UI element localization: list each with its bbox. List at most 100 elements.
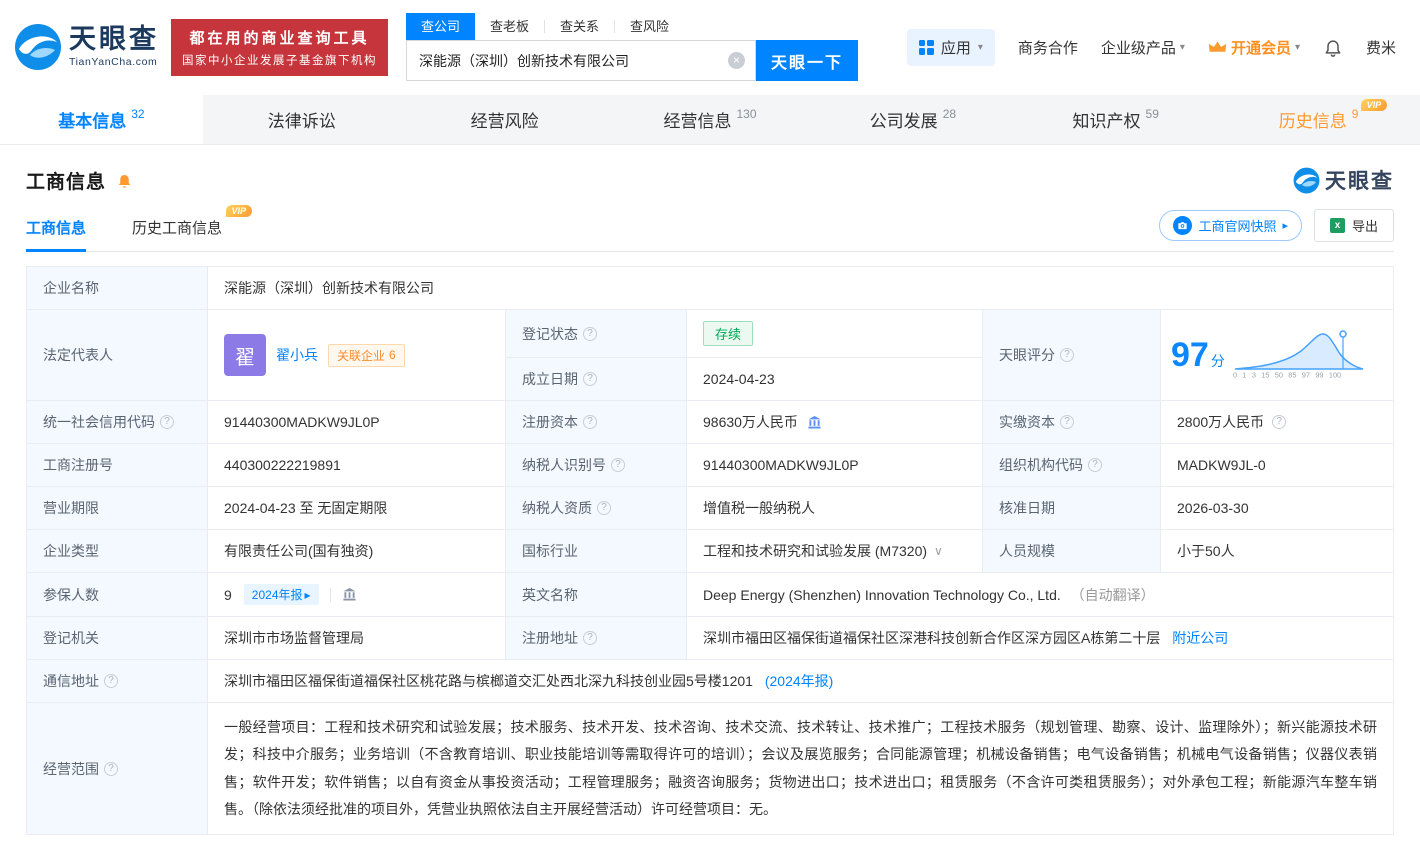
arrow-right-icon: ▸ xyxy=(1282,220,1288,232)
annual-report-link[interactable]: (2024年报) xyxy=(765,673,833,689)
tianyancha-logo[interactable]: 天眼查 TianYanCha.com xyxy=(14,23,159,71)
value-registered-address: 深圳市福田区福保街道福保社区深港科技创新合作区深方园区A栋第二十层 附近公司 xyxy=(686,616,1394,660)
help-icon[interactable]: ? xyxy=(160,415,174,429)
label-insured-count: 参保人数 xyxy=(26,572,208,617)
label-paid-capital: 实缴资本 ? xyxy=(982,400,1161,444)
value-registered-capital: 98630万人民币 xyxy=(686,400,983,444)
legal-rep-name-link[interactable]: 翟小兵 xyxy=(276,345,318,365)
subtab-history-business-info[interactable]: 历史工商信息 VIP xyxy=(132,205,253,251)
help-icon[interactable]: ? xyxy=(597,501,611,515)
tianyancha-watermark: 天眼查 xyxy=(1293,165,1394,195)
subtab-business-info[interactable]: 工商信息 xyxy=(26,209,87,252)
section-header: 工商信息 天眼查 xyxy=(26,165,1394,195)
search-input-wrap: × xyxy=(406,40,756,81)
value-taxpayer-id: 91440300MADKW9JL0P xyxy=(686,443,983,487)
vip-badge: VIP xyxy=(1360,99,1388,111)
related-companies-badge[interactable]: 关联企业 6 xyxy=(328,343,405,367)
legal-rep-avatar[interactable]: 翟 xyxy=(224,334,266,376)
camera-icon xyxy=(1173,216,1193,235)
chevron-down-icon: ▾ xyxy=(1294,41,1300,53)
nearby-companies-link[interactable]: 附近公司 xyxy=(1172,630,1228,646)
search-tab-company[interactable]: 查公司 xyxy=(406,13,476,40)
help-icon[interactable]: ? xyxy=(1060,415,1074,429)
clear-icon[interactable]: × xyxy=(728,52,745,69)
label-taxpayer-quality: 纳税人资质 ? xyxy=(505,486,687,530)
label-registration-number: 工商注册号 xyxy=(26,443,208,487)
value-insured-count: 9 2024年报 ▸ xyxy=(207,572,506,617)
menu-cooperation[interactable]: 商务合作 xyxy=(1018,37,1078,58)
table-row: 法定代表人 翟 翟小兵 关联企业 6 登记状态 ? 存续 天眼评分 ? 97 分… xyxy=(26,309,1394,401)
tab-basic-info[interactable]: 基本信息 32 xyxy=(0,95,203,144)
value-mailing-address: 深圳市福田区福保街道福保社区桃花路与槟榔道交汇处西北深九科技创业园5号楼1201… xyxy=(207,659,1394,703)
value-establish-date: 2024-04-23 xyxy=(686,357,983,401)
help-icon[interactable]: ? xyxy=(1060,348,1074,362)
sub-actions: 工商官网快照 ▸ x 导出 xyxy=(1159,209,1394,251)
help-icon[interactable]: ? xyxy=(1272,415,1287,429)
top-bar: 天眼查 TianYanCha.com 都在用的商业查询工具 国家中小企业发展子基… xyxy=(0,0,1420,89)
label-business-term: 营业期限 xyxy=(26,486,208,530)
help-icon[interactable]: ? xyxy=(1088,458,1102,472)
chevron-down-icon: ▾ xyxy=(1179,41,1185,53)
value-english-name: Deep Energy (Shenzhen) Innovation Techno… xyxy=(686,572,1394,617)
table-row: 工商注册号 440300222219891 纳税人识别号 ? 91440300M… xyxy=(26,443,1394,487)
label-registration-status: 登记状态 ? xyxy=(505,309,687,358)
help-icon[interactable]: ? xyxy=(583,372,597,386)
excel-icon: x xyxy=(1329,218,1345,233)
value-staff-size: 小于50人 xyxy=(1160,529,1394,573)
value-tianyan-score[interactable]: 97 分 0 1 3 15 50 85 97 99 100 xyxy=(1160,309,1394,401)
tab-legal-lawsuits[interactable]: 法律诉讼 xyxy=(203,95,406,144)
apps-grid-icon xyxy=(918,39,934,55)
help-icon[interactable]: ? xyxy=(583,326,597,341)
label-registration-authority: 登记机关 xyxy=(26,616,208,660)
chevron-down-icon[interactable]: ∨ xyxy=(934,544,943,558)
menu-vip[interactable]: 开通会员 ▾ xyxy=(1208,37,1300,58)
value-taxpayer-quality: 增值税一般纳税人 xyxy=(686,486,983,530)
status-badge: 存续 xyxy=(703,321,754,346)
tab-operation-info[interactable]: 经营信息 130 xyxy=(609,95,812,144)
sub-nav: 工商信息 历史工商信息 VIP 工商官网快照 ▸ x 导出 xyxy=(26,205,1394,252)
tab-operation-risk[interactable]: 经营风险 xyxy=(406,95,609,144)
watermark-brand-text: 天眼查 xyxy=(1325,170,1394,193)
main-nav-tabs: 基本信息 32 法律诉讼 经营风险 经营信息 130 公司发展 28 知识产权 … xyxy=(0,95,1420,145)
tab-company-development[interactable]: 公司发展 28 xyxy=(811,95,1014,144)
help-icon[interactable]: ? xyxy=(104,761,118,776)
building-icon[interactable] xyxy=(342,587,357,602)
notification-bell-icon[interactable] xyxy=(1323,37,1343,57)
menu-enterprise[interactable]: 企业级产品 ▾ xyxy=(1101,37,1185,58)
help-icon[interactable]: ? xyxy=(583,415,597,429)
search-tab-boss[interactable]: 查老板 xyxy=(475,13,544,40)
help-icon[interactable]: ? xyxy=(611,458,625,472)
main-content: 工商信息 天眼查 工商信息 历史工商信息 VIP 工商官网快照 ▸ x 导出 企… xyxy=(0,165,1420,836)
subscribe-bell-icon[interactable] xyxy=(116,171,133,189)
value-registration-status: 存续 xyxy=(686,309,983,358)
tab-history-info[interactable]: 历史信息 9 VIP xyxy=(1217,95,1420,144)
search-tab-risk[interactable]: 查风险 xyxy=(615,13,684,40)
building-icon[interactable] xyxy=(807,415,822,430)
search-tab-relation[interactable]: 查关系 xyxy=(545,13,614,40)
label-approval-date: 核准日期 xyxy=(982,486,1161,530)
apps-button[interactable]: 应用 ▾ xyxy=(906,28,995,66)
promo-line2: 国家中小企业发展子基金旗下机构 xyxy=(182,54,377,67)
annual-report-badge[interactable]: 2024年报 ▸ xyxy=(243,584,319,605)
snapshot-button[interactable]: 工商官网快照 ▸ xyxy=(1159,210,1302,241)
logo-brand-text: 天眼查 xyxy=(69,24,159,54)
tianyancha-logo-icon xyxy=(14,23,62,71)
search-input[interactable] xyxy=(407,52,728,69)
value-business-term: 2024-04-23 至 无固定期限 xyxy=(207,486,506,530)
help-icon[interactable]: ? xyxy=(104,674,118,688)
value-industry: 工程和技术研究和试验发展 (M7320) ∨ xyxy=(686,529,983,573)
help-icon[interactable]: ? xyxy=(583,631,597,645)
menu-username[interactable]: 费米 xyxy=(1366,37,1396,58)
label-establish-date: 成立日期 ? xyxy=(505,357,687,401)
label-english-name: 英文名称 xyxy=(505,572,687,617)
search-area: 查公司 查老板 查关系 查风险 × 天眼一下 xyxy=(406,13,858,81)
search-button[interactable]: 天眼一下 xyxy=(756,40,858,81)
label-mailing-address: 通信地址 ? xyxy=(26,659,208,703)
business-info-table: 企业名称 深能源（深圳）创新技术有限公司 法定代表人 翟 翟小兵 关联企业 6 xyxy=(26,266,1394,836)
label-company-type: 企业类型 xyxy=(26,529,208,573)
table-row: 营业期限 2024-04-23 至 无固定期限 纳税人资质 ? 增值税一般纳税人… xyxy=(26,486,1394,530)
tab-intellectual-property[interactable]: 知识产权 59 xyxy=(1014,95,1217,144)
value-registration-number: 440300222219891 xyxy=(207,443,506,487)
apps-label: 应用 xyxy=(940,39,971,57)
export-button[interactable]: x 导出 xyxy=(1313,209,1394,242)
